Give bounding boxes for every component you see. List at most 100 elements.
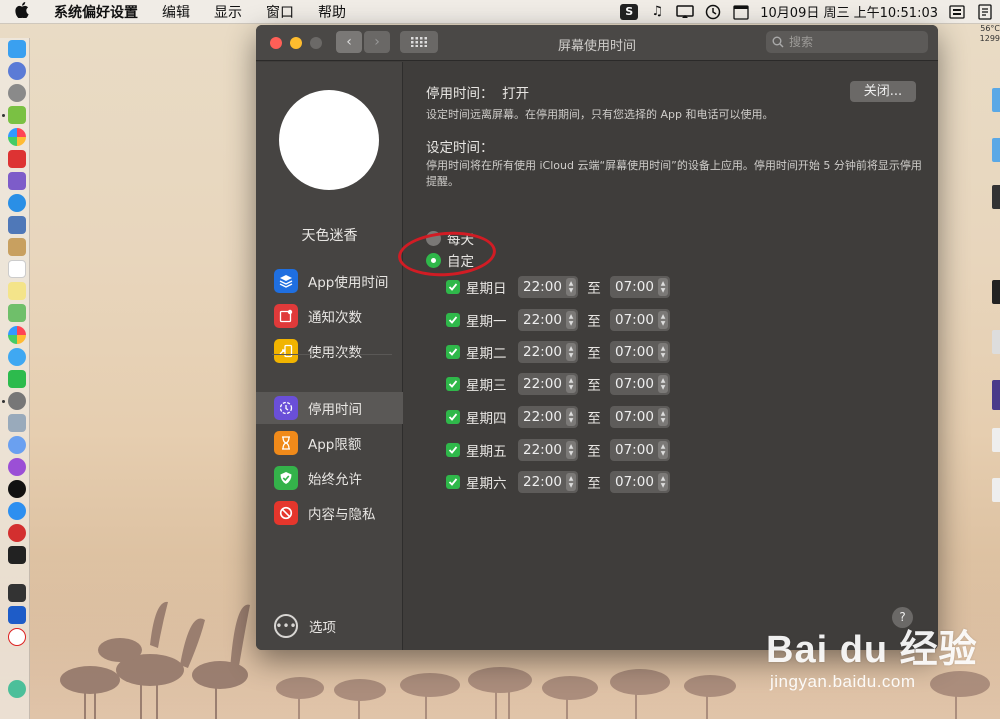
day-checkbox[interactable] — [446, 313, 460, 327]
day-checkbox[interactable] — [446, 410, 460, 424]
avatar[interactable] — [279, 90, 379, 190]
safari-icon[interactable] — [8, 194, 26, 212]
notes-icon[interactable] — [8, 238, 26, 256]
end-time-field[interactable]: 07:00 ▲ ▼ — [610, 341, 670, 363]
calendar-dock-icon[interactable] — [8, 260, 26, 278]
stepper-icon[interactable]: ▲ ▼ — [658, 375, 668, 393]
start-time-field[interactable]: 22:00 ▲ ▼ — [518, 341, 578, 363]
time-machine-icon[interactable] — [704, 4, 722, 20]
calendar-icon[interactable] — [732, 4, 750, 20]
stepper-icon[interactable]: ▲ ▼ — [566, 278, 576, 296]
desktop-file-icon[interactable] — [992, 185, 1000, 209]
menu-app-name[interactable]: 系统偏好设置 — [44, 2, 150, 22]
s-app-icon[interactable]: S — [620, 3, 639, 20]
end-time-field[interactable]: 07:00 ▲ ▼ — [610, 276, 670, 298]
start-time-field[interactable]: 22:00 ▲ ▼ — [518, 471, 578, 493]
stepper-icon[interactable]: ▲ ▼ — [658, 441, 668, 459]
wechat-icon[interactable] — [8, 370, 26, 388]
desktop-file-icon[interactable] — [992, 478, 1000, 502]
app-icon-red[interactable] — [8, 150, 26, 168]
end-time-field[interactable]: 07:00 ▲ ▼ — [610, 471, 670, 493]
day-checkbox[interactable] — [446, 345, 460, 359]
photos-icon[interactable] — [8, 128, 26, 146]
siri-icon[interactable] — [8, 62, 26, 80]
stickies-icon[interactable] — [8, 282, 26, 300]
sidebar-item-app-usage[interactable]: App使用时间 — [256, 265, 403, 297]
downloads-icon[interactable] — [8, 414, 26, 432]
search-input[interactable] — [789, 35, 919, 49]
turn-off-button[interactable]: 关闭... — [850, 81, 916, 102]
launchpad-icon[interactable] — [8, 84, 26, 102]
stepper-icon[interactable]: ▲ ▼ — [566, 343, 576, 361]
text-input-icon[interactable] — [976, 3, 994, 20]
stepper-icon[interactable]: ▲ ▼ — [658, 311, 668, 329]
menu-help[interactable]: 帮助 — [306, 2, 358, 22]
end-time-field[interactable]: 07:00 ▲ ▼ — [610, 309, 670, 331]
control-strip-icon[interactable] — [948, 4, 966, 20]
podcasts-icon[interactable] — [8, 458, 26, 476]
sidebar-item-downtime[interactable]: 停用时间 — [256, 392, 403, 424]
music-icon[interactable] — [8, 436, 26, 454]
yandex-icon[interactable] — [8, 628, 26, 646]
finder-icon[interactable] — [8, 40, 26, 58]
stepper-icon[interactable]: ▲ ▼ — [658, 278, 668, 296]
stepper-icon[interactable]: ▲ ▼ — [566, 473, 576, 491]
sidebar-item-pickups[interactable]: 使用次数 — [256, 335, 403, 367]
preview-icon[interactable] — [8, 216, 26, 234]
sidebar-item-notifications[interactable]: 通知次数 — [256, 300, 403, 332]
end-time-field[interactable]: 07:00 ▲ ▼ — [610, 439, 670, 461]
desktop-folder-icon[interactable] — [992, 138, 1000, 162]
end-time-field[interactable]: 07:00 ▲ ▼ — [610, 406, 670, 428]
app-icon-purple[interactable] — [8, 172, 26, 190]
day-checkbox[interactable] — [446, 377, 460, 391]
time-value: 22:00 — [523, 474, 562, 490]
music-note-icon[interactable]: ♫ — [648, 4, 666, 20]
clock-text[interactable]: 10月09日 周三 上午10:51:03 — [760, 2, 938, 21]
colors-icon[interactable] — [8, 326, 26, 344]
desktop-image-icon[interactable] — [992, 380, 1000, 410]
vivaldi-icon[interactable] — [8, 524, 26, 542]
start-time-field[interactable]: 22:00 ▲ ▼ — [518, 406, 578, 428]
start-time-field[interactable]: 22:00 ▲ ▼ — [518, 439, 578, 461]
pinwheel-icon[interactable] — [8, 680, 26, 698]
android-icon[interactable] — [8, 106, 26, 124]
desktop-file-icon[interactable] — [992, 428, 1000, 452]
vpn-icon[interactable] — [8, 606, 26, 624]
desktop-file-icon[interactable] — [992, 330, 1000, 354]
stepper-icon[interactable]: ▲ ▼ — [566, 408, 576, 426]
watermark-url: jingyan.baidu.com — [770, 672, 916, 691]
activity-monitor-icon[interactable] — [8, 584, 26, 602]
stepper-icon[interactable]: ▲ ▼ — [658, 473, 668, 491]
sidebar-item-content-privacy[interactable]: 内容与隐私 — [256, 497, 403, 529]
sidebar-item-app-limits[interactable]: App限额 — [256, 427, 403, 459]
start-time-field[interactable]: 22:00 ▲ ▼ — [518, 276, 578, 298]
start-time-field[interactable]: 22:00 ▲ ▼ — [518, 373, 578, 395]
restriction-icon — [274, 501, 298, 525]
menu-view[interactable]: 显示 — [202, 2, 254, 22]
terminal-icon[interactable] — [8, 546, 26, 564]
apple-menu-icon[interactable] — [0, 1, 44, 22]
desktop-folder-icon[interactable] — [992, 88, 1000, 112]
sidebar-item-always-allowed[interactable]: 始终允许 — [256, 462, 403, 494]
day-checkbox[interactable] — [446, 475, 460, 489]
display-icon[interactable] — [676, 4, 694, 20]
menu-window[interactable]: 窗口 — [254, 2, 306, 22]
appletv-icon[interactable] — [8, 480, 26, 498]
messages-icon[interactable] — [8, 348, 26, 366]
stepper-icon[interactable]: ▲ ▼ — [566, 441, 576, 459]
preferences-icon[interactable] — [8, 392, 26, 410]
stepper-icon[interactable]: ▲ ▼ — [658, 408, 668, 426]
menu-edit[interactable]: 编辑 — [150, 2, 202, 22]
start-time-field[interactable]: 22:00 ▲ ▼ — [518, 309, 578, 331]
appstore-icon[interactable] — [8, 502, 26, 520]
stepper-icon[interactable]: ▲ ▼ — [566, 311, 576, 329]
maps-icon[interactable] — [8, 304, 26, 322]
day-checkbox[interactable] — [446, 443, 460, 457]
stepper-icon[interactable]: ▲ ▼ — [566, 375, 576, 393]
end-time-field[interactable]: 07:00 ▲ ▼ — [610, 373, 670, 395]
stepper-icon[interactable]: ▲ ▼ — [658, 343, 668, 361]
search-field[interactable] — [766, 31, 928, 53]
options-button[interactable]: ••• 选项 — [274, 614, 336, 638]
day-checkbox[interactable] — [446, 280, 460, 294]
desktop-file-icon[interactable] — [992, 280, 1000, 304]
